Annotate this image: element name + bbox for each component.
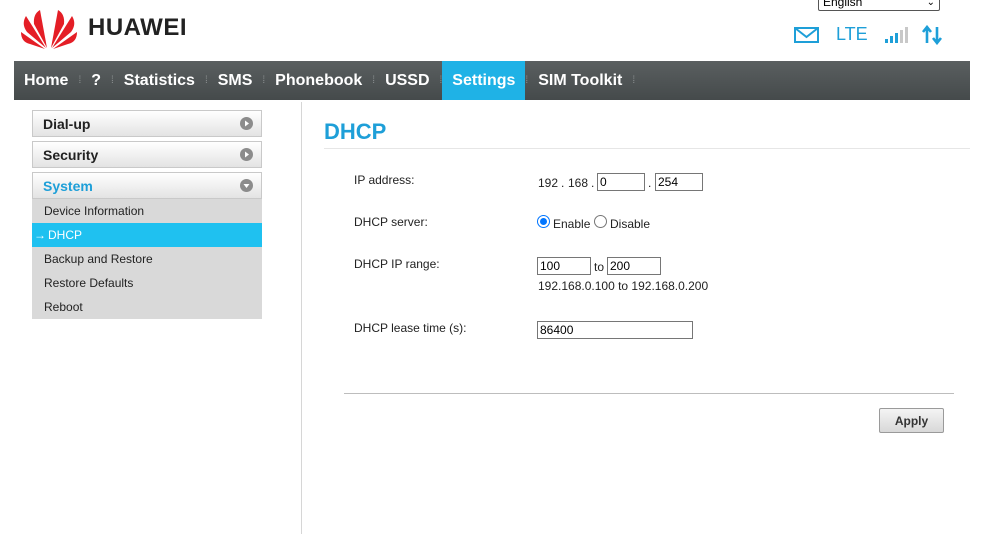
nav-settings[interactable]: Settings	[442, 61, 526, 100]
nav-sim-toolkit[interactable]: SIM Toolkit	[528, 61, 632, 100]
dhcp-range-start-input[interactable]: 100	[537, 257, 591, 275]
sidebar-item-label: DHCP	[48, 228, 83, 242]
signal-icon	[884, 26, 908, 43]
ip-dot: .	[648, 176, 652, 190]
main-nav: Home ⁞ ? ⁞ Statistics ⁞ SMS ⁞ Phonebook …	[14, 61, 970, 100]
status-bar: LTE	[794, 24, 943, 45]
arrow-right-icon: →	[34, 228, 46, 242]
settings-sidebar: Dial-up Security System Device Informati…	[32, 110, 262, 319]
ip-octet-2: 168	[568, 176, 589, 190]
sidebar-section-label: Dial-up	[43, 115, 91, 132]
huawei-petal-icon	[21, 10, 77, 49]
language-select[interactable]: English ⌄	[818, 0, 940, 11]
sidebar-item-restore-defaults[interactable]: Restore Defaults	[32, 271, 262, 295]
ip-address-label: IP address:	[354, 173, 415, 187]
dhcp-range-summary: 192.168.0.100 to 192.168.0.200	[538, 279, 709, 293]
nav-help[interactable]: ?	[81, 61, 111, 100]
ip-octet-3-input[interactable]: 0	[597, 173, 645, 191]
dhcp-server-label: DHCP server:	[354, 215, 428, 229]
sidebar-section-security[interactable]: Security	[32, 141, 262, 168]
sidebar-section-label: System	[43, 177, 93, 194]
sidebar-divider	[301, 102, 302, 534]
language-value: English	[823, 0, 863, 9]
dhcp-disable-radio[interactable]	[594, 215, 607, 228]
dhcp-range-end-input[interactable]: 200	[607, 257, 661, 275]
sidebar-item-backup-and-restore[interactable]: Backup and Restore	[32, 247, 262, 271]
ip-octet-1: 192	[538, 176, 559, 190]
dhcp-enable-label: Enable	[553, 217, 591, 231]
nav-phonebook[interactable]: Phonebook	[265, 61, 372, 100]
dhcp-range-to: to	[594, 260, 605, 274]
dhcp-range-label: DHCP IP range:	[354, 257, 440, 271]
sidebar-section-label: Security	[43, 146, 99, 163]
sidebar-section-dialup[interactable]: Dial-up	[32, 110, 262, 137]
dhcp-lease-input[interactable]: 86400	[537, 321, 693, 339]
sidebar-item-device-information[interactable]: Device Information	[32, 199, 262, 223]
title-divider	[324, 148, 970, 149]
dhcp-lease-label: DHCP lease time (s):	[354, 321, 467, 335]
ip-dot: .	[591, 176, 595, 190]
sidebar-item-reboot[interactable]: Reboot	[32, 295, 262, 319]
chevron-down-icon: ⌄	[926, 0, 935, 8]
chevron-right-icon	[240, 148, 253, 161]
chevron-down-icon	[240, 179, 253, 192]
sidebar-item-dhcp[interactable]: → DHCP	[32, 223, 262, 247]
nav-statistics[interactable]: Statistics	[114, 61, 205, 100]
ip-dot: .	[561, 176, 565, 190]
nav-home[interactable]: Home	[14, 61, 78, 100]
form-divider	[344, 393, 954, 394]
mail-icon[interactable]	[794, 26, 820, 44]
apply-button[interactable]: Apply	[879, 408, 944, 433]
huawei-logo: HUAWEI	[20, 6, 187, 50]
system-submenu: Device Information → DHCP Backup and Rest…	[32, 199, 262, 319]
network-type: LTE	[836, 24, 868, 44]
nav-separator: ⁞	[632, 75, 636, 86]
sidebar-section-system[interactable]: System	[32, 172, 262, 199]
nav-sms[interactable]: SMS	[208, 61, 263, 100]
nav-ussd[interactable]: USSD	[375, 61, 439, 100]
chevron-right-icon	[240, 117, 253, 130]
data-transfer-icon	[921, 24, 942, 45]
page-title: DHCP	[324, 119, 387, 144]
dhcp-enable-radio[interactable]	[537, 215, 550, 228]
ip-octet-4-input[interactable]: 254	[655, 173, 703, 191]
dhcp-disable-label: Disable	[610, 217, 651, 231]
brand-name: HUAWEI	[88, 14, 187, 41]
